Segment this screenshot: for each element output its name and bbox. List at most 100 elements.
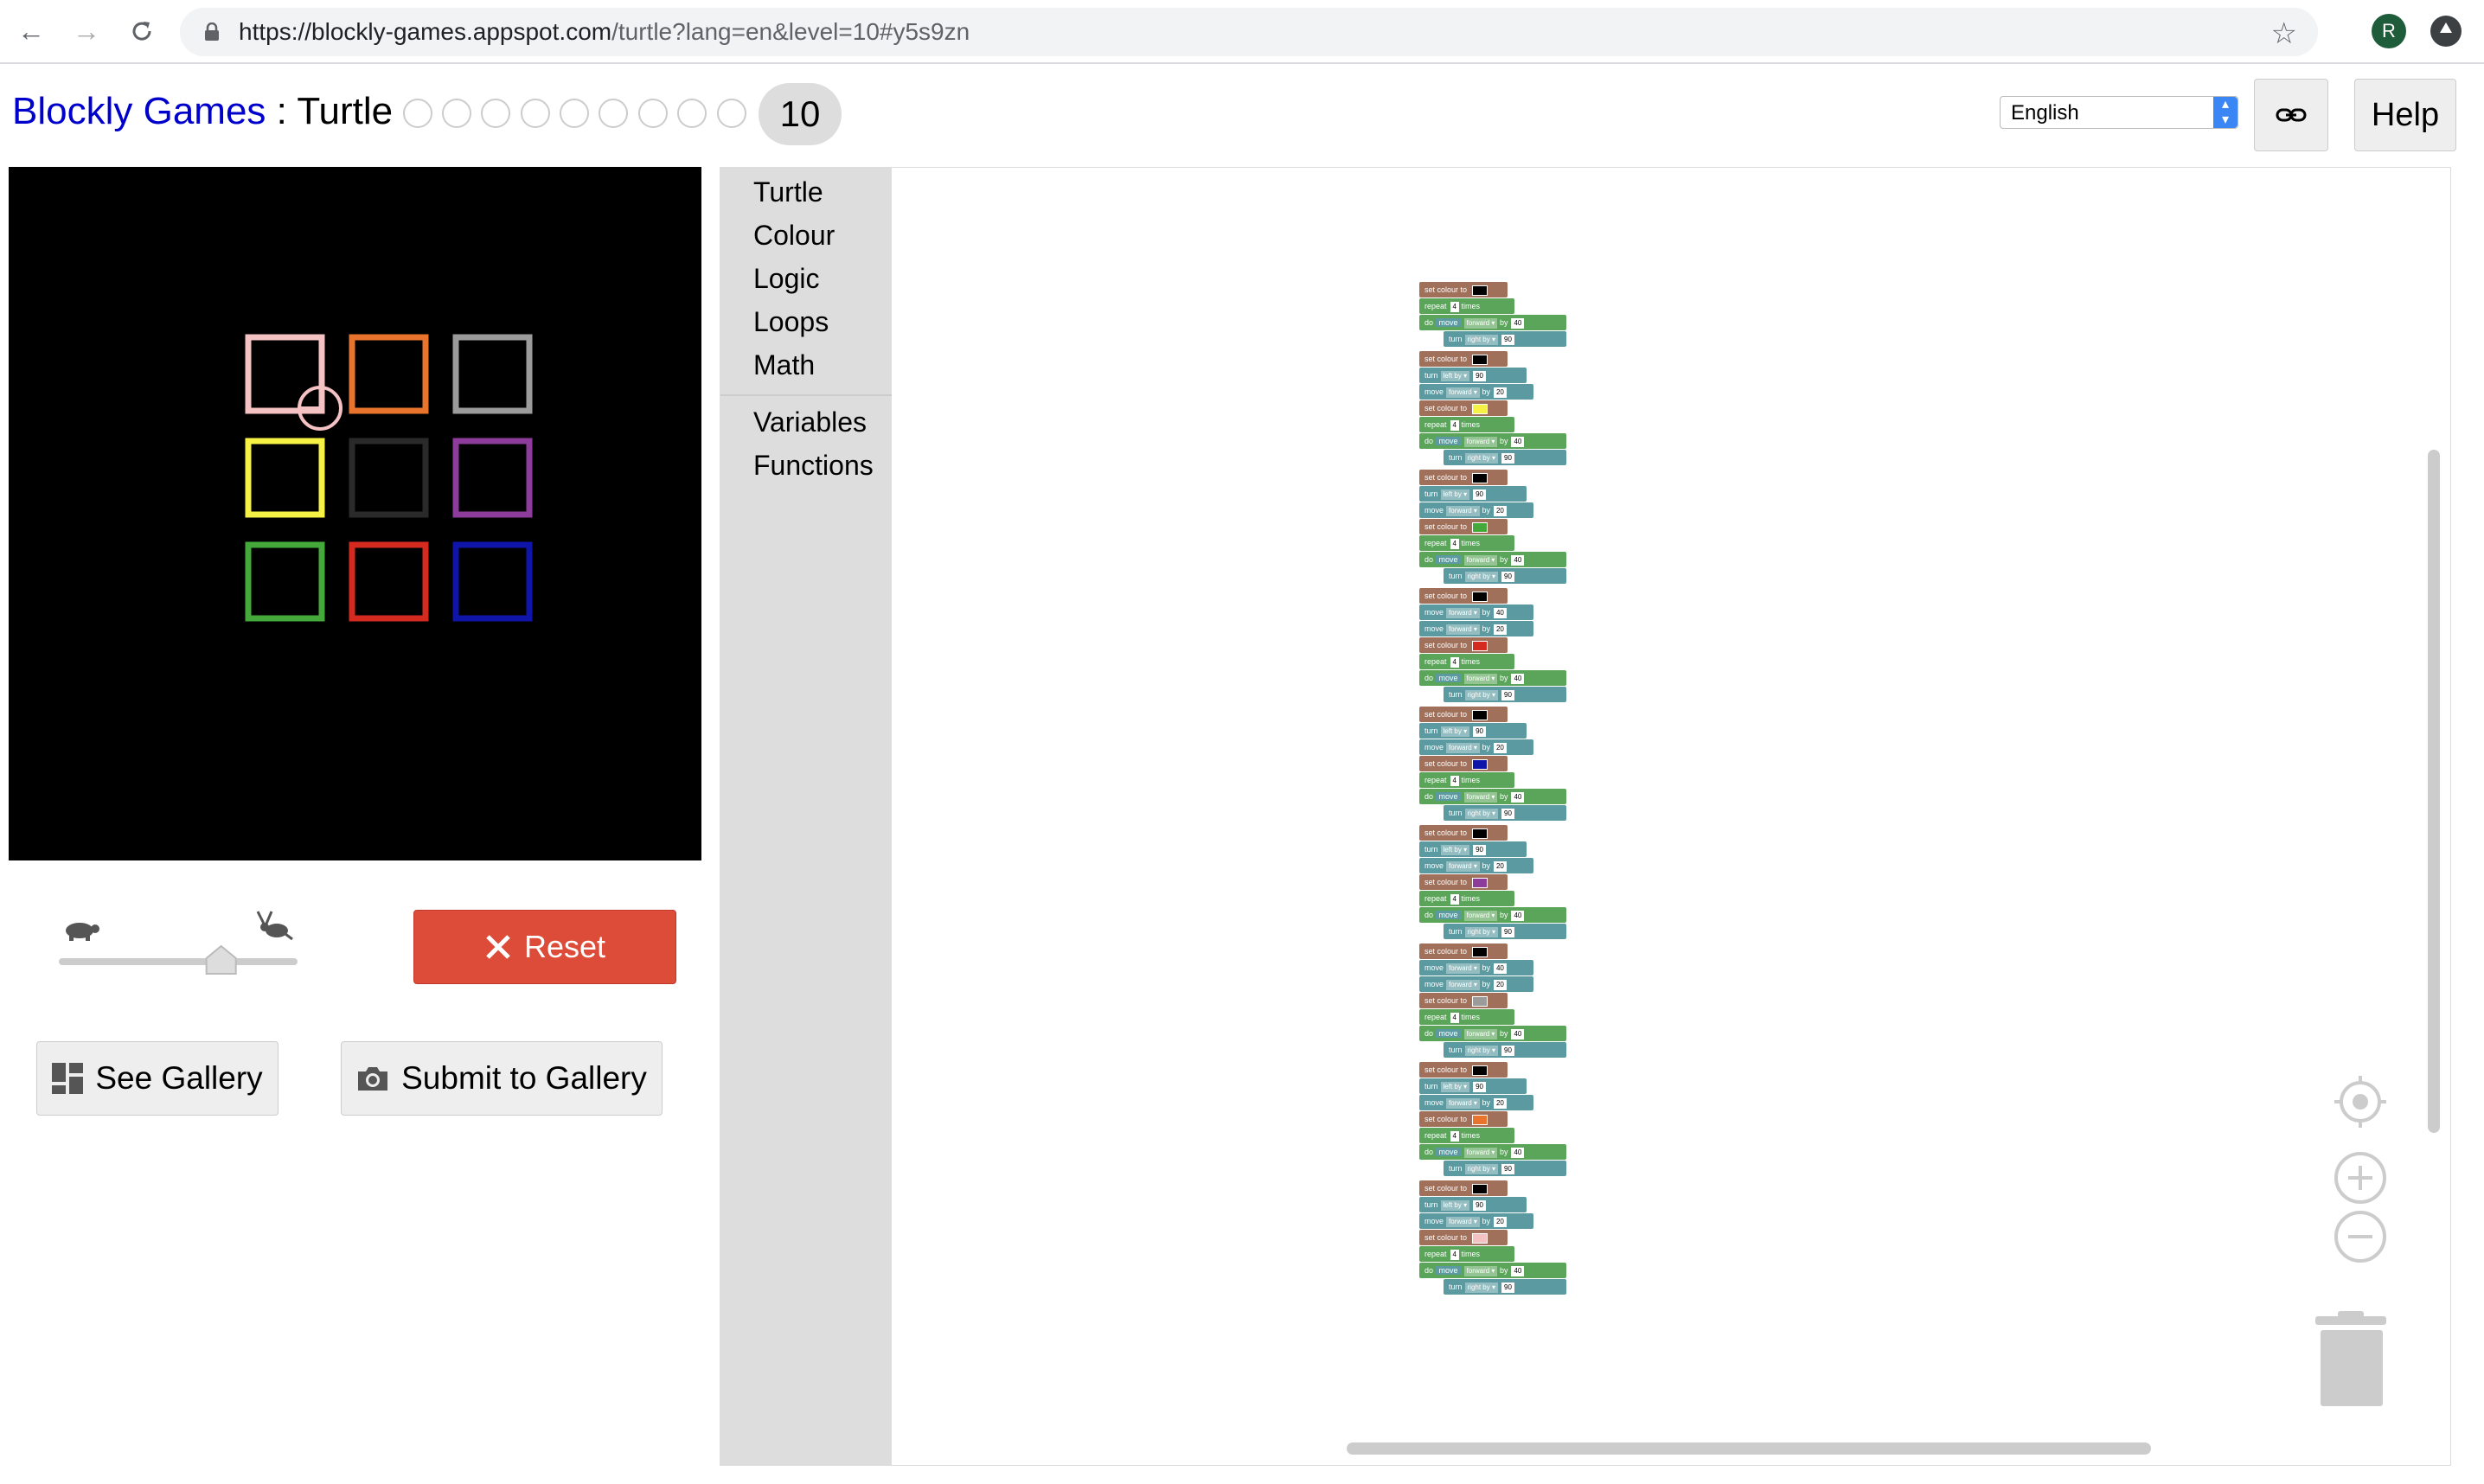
level-6-dot[interactable] [599,99,628,128]
bookmark-star-icon[interactable]: ☆ [2271,16,2297,51]
code-block[interactable]: turn right by ▾ 90 [1444,450,1566,465]
code-block[interactable]: do move forward ▾ by 40 [1419,789,1566,804]
level-4-dot[interactable] [521,99,550,128]
address-bar[interactable]: https://blockly-games.appspot.com/turtle… [180,8,2318,56]
toolbox-category-turtle[interactable]: Turtle [753,176,823,208]
code-block[interactable]: move forward ▾ by 20 [1419,502,1533,518]
code-block[interactable]: set colour to [1419,707,1508,722]
code-block[interactable]: set colour to [1419,519,1508,534]
code-block[interactable]: move forward ▾ by 40 [1419,604,1533,620]
code-block[interactable]: turn right by ▾ 90 [1444,1279,1566,1295]
code-block[interactable]: repeat 4 times [1419,891,1514,906]
code-block[interactable]: repeat 4 times [1419,298,1514,314]
code-block[interactable]: repeat 4 times [1419,772,1514,788]
code-block[interactable]: repeat 4 times [1419,1246,1514,1262]
toolbox-category-functions[interactable]: Functions [753,450,874,482]
reset-button[interactable]: Reset [413,910,676,984]
code-block[interactable]: set colour to [1419,1230,1508,1245]
back-icon[interactable]: ← [12,12,50,50]
code-block[interactable]: turn right by ▾ 90 [1444,687,1566,702]
link-button[interactable] [2254,79,2328,151]
code-block[interactable]: repeat 4 times [1419,1128,1514,1143]
code-block[interactable]: do move forward ▾ by 40 [1419,907,1566,923]
code-block[interactable]: turn right by ▾ 90 [1444,805,1566,821]
zoom-out-icon[interactable] [2333,1209,2388,1264]
trash-icon[interactable] [2312,1311,2390,1408]
language-select[interactable]: English ▴ ▾ [2000,96,2238,129]
code-block[interactable]: do move forward ▾ by 40 [1419,670,1566,686]
blockly-games-link[interactable]: Blockly Games [12,90,266,132]
code-block[interactable]: set colour to [1419,351,1508,367]
level-8-dot[interactable] [677,99,707,128]
code-block[interactable]: set colour to [1419,400,1508,416]
code-block[interactable]: do move forward ▾ by 40 [1419,1263,1566,1278]
help-button[interactable]: Help [2354,79,2456,151]
code-block[interactable]: turn right by ▾ 90 [1444,568,1566,584]
code-block[interactable]: set colour to [1419,874,1508,890]
code-block[interactable]: move forward ▾ by 20 [1419,1095,1533,1110]
zoom-in-icon[interactable] [2333,1150,2388,1206]
code-block[interactable]: set colour to [1419,756,1508,771]
speed-slider[interactable] [54,908,304,977]
code-block[interactable]: turn left by ▾ 90 [1419,1197,1527,1212]
code-block[interactable]: repeat 4 times [1419,654,1514,669]
profile-avatar[interactable]: R [2372,14,2406,48]
code-block[interactable]: do move forward ▾ by 40 [1419,433,1566,449]
code-block[interactable]: turn left by ▾ 90 [1419,723,1527,739]
code-block[interactable]: do move forward ▾ by 40 [1419,315,1566,330]
code-block[interactable]: do move forward ▾ by 40 [1419,1144,1566,1160]
code-block[interactable]: set colour to [1419,588,1508,604]
code-block[interactable]: repeat 4 times [1419,1009,1514,1025]
code-block[interactable]: move forward ▾ by 20 [1419,1213,1533,1229]
reload-icon[interactable] [123,12,161,50]
code-block[interactable]: move forward ▾ by 20 [1419,621,1533,636]
toolbox-category-math[interactable]: Math [753,349,815,381]
blockly-workspace[interactable]: Turtle Colour Logic Loops Math Variables… [720,167,2451,1466]
code-block[interactable]: turn right by ▾ 90 [1444,1161,1566,1176]
current-level-badge[interactable]: 10 [759,83,842,145]
code-block[interactable]: set colour to [1419,637,1508,653]
forward-icon[interactable]: → [67,12,106,50]
level-3-dot[interactable] [481,99,510,128]
toolbox-category-logic[interactable]: Logic [753,263,820,295]
level-9-dot[interactable] [717,99,746,128]
toolbox-category-colour[interactable]: Colour [753,220,835,252]
code-block[interactable]: turn right by ▾ 90 [1444,331,1566,347]
vertical-scrollbar[interactable] [2428,450,2440,1133]
code-block[interactable]: turn right by ▾ 90 [1444,1042,1566,1058]
code-block[interactable]: set colour to [1419,1111,1508,1127]
see-gallery-button[interactable]: See Gallery [36,1041,278,1116]
toolbox-category-variables[interactable]: Variables [753,406,867,438]
code-block[interactable]: turn left by ▾ 90 [1419,1078,1527,1094]
level-1-dot[interactable] [403,99,432,128]
level-5-dot[interactable] [560,99,589,128]
submit-gallery-button[interactable]: Submit to Gallery [341,1041,663,1116]
code-block[interactable]: turn right by ▾ 90 [1444,924,1566,939]
extension-icon[interactable] [2430,16,2462,47]
code-block[interactable]: move forward ▾ by 40 [1419,960,1533,975]
code-block[interactable]: move forward ▾ by 20 [1419,858,1533,873]
code-block[interactable]: set colour to [1419,943,1508,959]
horizontal-scrollbar[interactable] [1347,1442,2151,1455]
code-block[interactable]: set colour to [1419,282,1508,297]
code-block[interactable]: set colour to [1419,993,1508,1008]
speed-knob[interactable] [205,944,237,975]
code-block[interactable]: do move forward ▾ by 40 [1419,1026,1566,1041]
code-block[interactable]: repeat 4 times [1419,535,1514,551]
level-2-dot[interactable] [442,99,471,128]
code-block-stack[interactable]: set colour to repeat 4 times do move forward… [1419,282,1575,1406]
code-block[interactable]: move forward ▾ by 20 [1419,384,1533,400]
toolbox-category-loops[interactable]: Loops [753,306,829,338]
code-block[interactable]: turn left by ▾ 90 [1419,368,1527,383]
code-block[interactable]: set colour to [1419,1180,1508,1196]
code-block[interactable]: set colour to [1419,825,1508,841]
code-block[interactable]: move forward ▾ by 20 [1419,976,1533,992]
recenter-icon[interactable] [2333,1074,2388,1129]
code-block[interactable]: set colour to [1419,1062,1508,1078]
code-block[interactable]: set colour to [1419,470,1508,485]
code-block[interactable]: turn left by ▾ 90 [1419,841,1527,857]
code-block[interactable]: do move forward ▾ by 40 [1419,552,1566,567]
level-7-dot[interactable] [638,99,668,128]
code-block[interactable]: repeat 4 times [1419,417,1514,432]
code-block[interactable]: turn left by ▾ 90 [1419,486,1527,502]
